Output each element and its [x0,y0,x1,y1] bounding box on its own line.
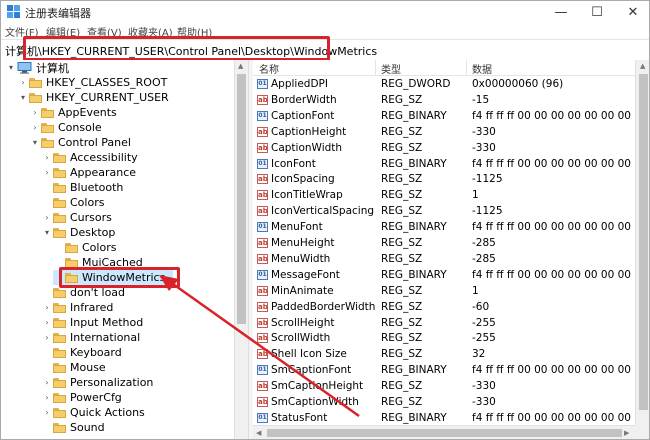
annotation-arrow [159,275,360,418]
registry-editor-window: 注册表编辑器 — ☐ ✕ 文件(F) 编辑(E) 查看(V) 收藏夹(A) 帮助… [0,0,650,440]
